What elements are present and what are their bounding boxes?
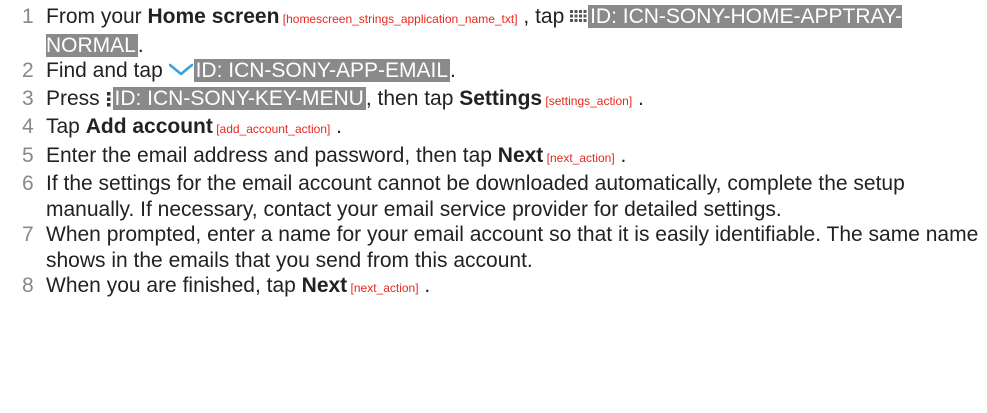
icon-id-highlight: ID: ICN-SONY-KEY-MENU [112,86,366,110]
next-label: Next [497,143,544,167]
menu-key-icon [106,88,112,114]
step-text: . [450,59,456,82]
step-number: 7 [22,223,34,246]
step-text: . [137,33,144,57]
apptray-grid-icon [570,6,587,32]
string-reference: [settings_action] [542,93,633,108]
step-text: . [418,274,431,297]
step-number: 8 [22,274,34,297]
step-text: , then tap [365,86,460,110]
icon-id-highlight: ID: ICN-SONY-APP-EMAIL [193,59,451,82]
step-text: Enter the email address and password, th… [46,143,498,167]
step-item: 2 Find and tap ID: ICN-SONY-APP-EMAIL. [0,58,987,86]
step-text: . [330,115,342,138]
step-item: 4 Tap Add account [add_account_action] . [0,114,987,143]
step-text: Find and tap [46,59,169,82]
string-reference: [next_action] [543,150,615,165]
step-text: , tap [517,5,571,28]
step-text: From your [46,5,148,28]
settings-label: Settings [459,86,543,110]
home-screen-label: Home screen [147,5,280,28]
string-reference: [homescreen_strings_application_name_txt… [279,12,518,26]
email-envelope-icon [168,60,193,86]
next-label: Next [301,274,348,297]
step-item: 8 When you are finished, tap Next [next_… [0,273,987,302]
step-item: 7 When prompted, enter a name for your e… [0,222,987,273]
step-item: 1 From your Home screen [homescreen_stri… [0,4,987,58]
step-item: 6 If the settings for the email account … [0,171,987,222]
step-text: When you are finished, tap [46,274,302,297]
step-item: 3 Press ID: ICN-SONY-KEY-MENU, then tap … [0,86,987,115]
step-item: 5 Enter the email address and password, … [0,143,987,172]
step-list: 1 From your Home screen [homescreen_stri… [0,4,987,302]
step-text: Press [46,86,106,110]
step-number: 4 [22,115,34,138]
step-number: 5 [22,143,34,167]
string-reference: [add_account_action] [212,122,331,136]
add-account-label: Add account [85,115,213,138]
step-number: 6 [22,172,34,195]
step-number: 3 [22,86,34,110]
step-text: Tap [46,115,86,138]
step-text: . [614,143,627,167]
step-text: When prompted, enter a name for your ema… [46,223,979,272]
step-number: 2 [22,59,34,82]
step-number: 1 [22,5,34,28]
step-text: . [632,86,644,110]
step-text: If the settings for the email account ca… [46,172,905,221]
string-reference: [next_action] [347,281,419,295]
